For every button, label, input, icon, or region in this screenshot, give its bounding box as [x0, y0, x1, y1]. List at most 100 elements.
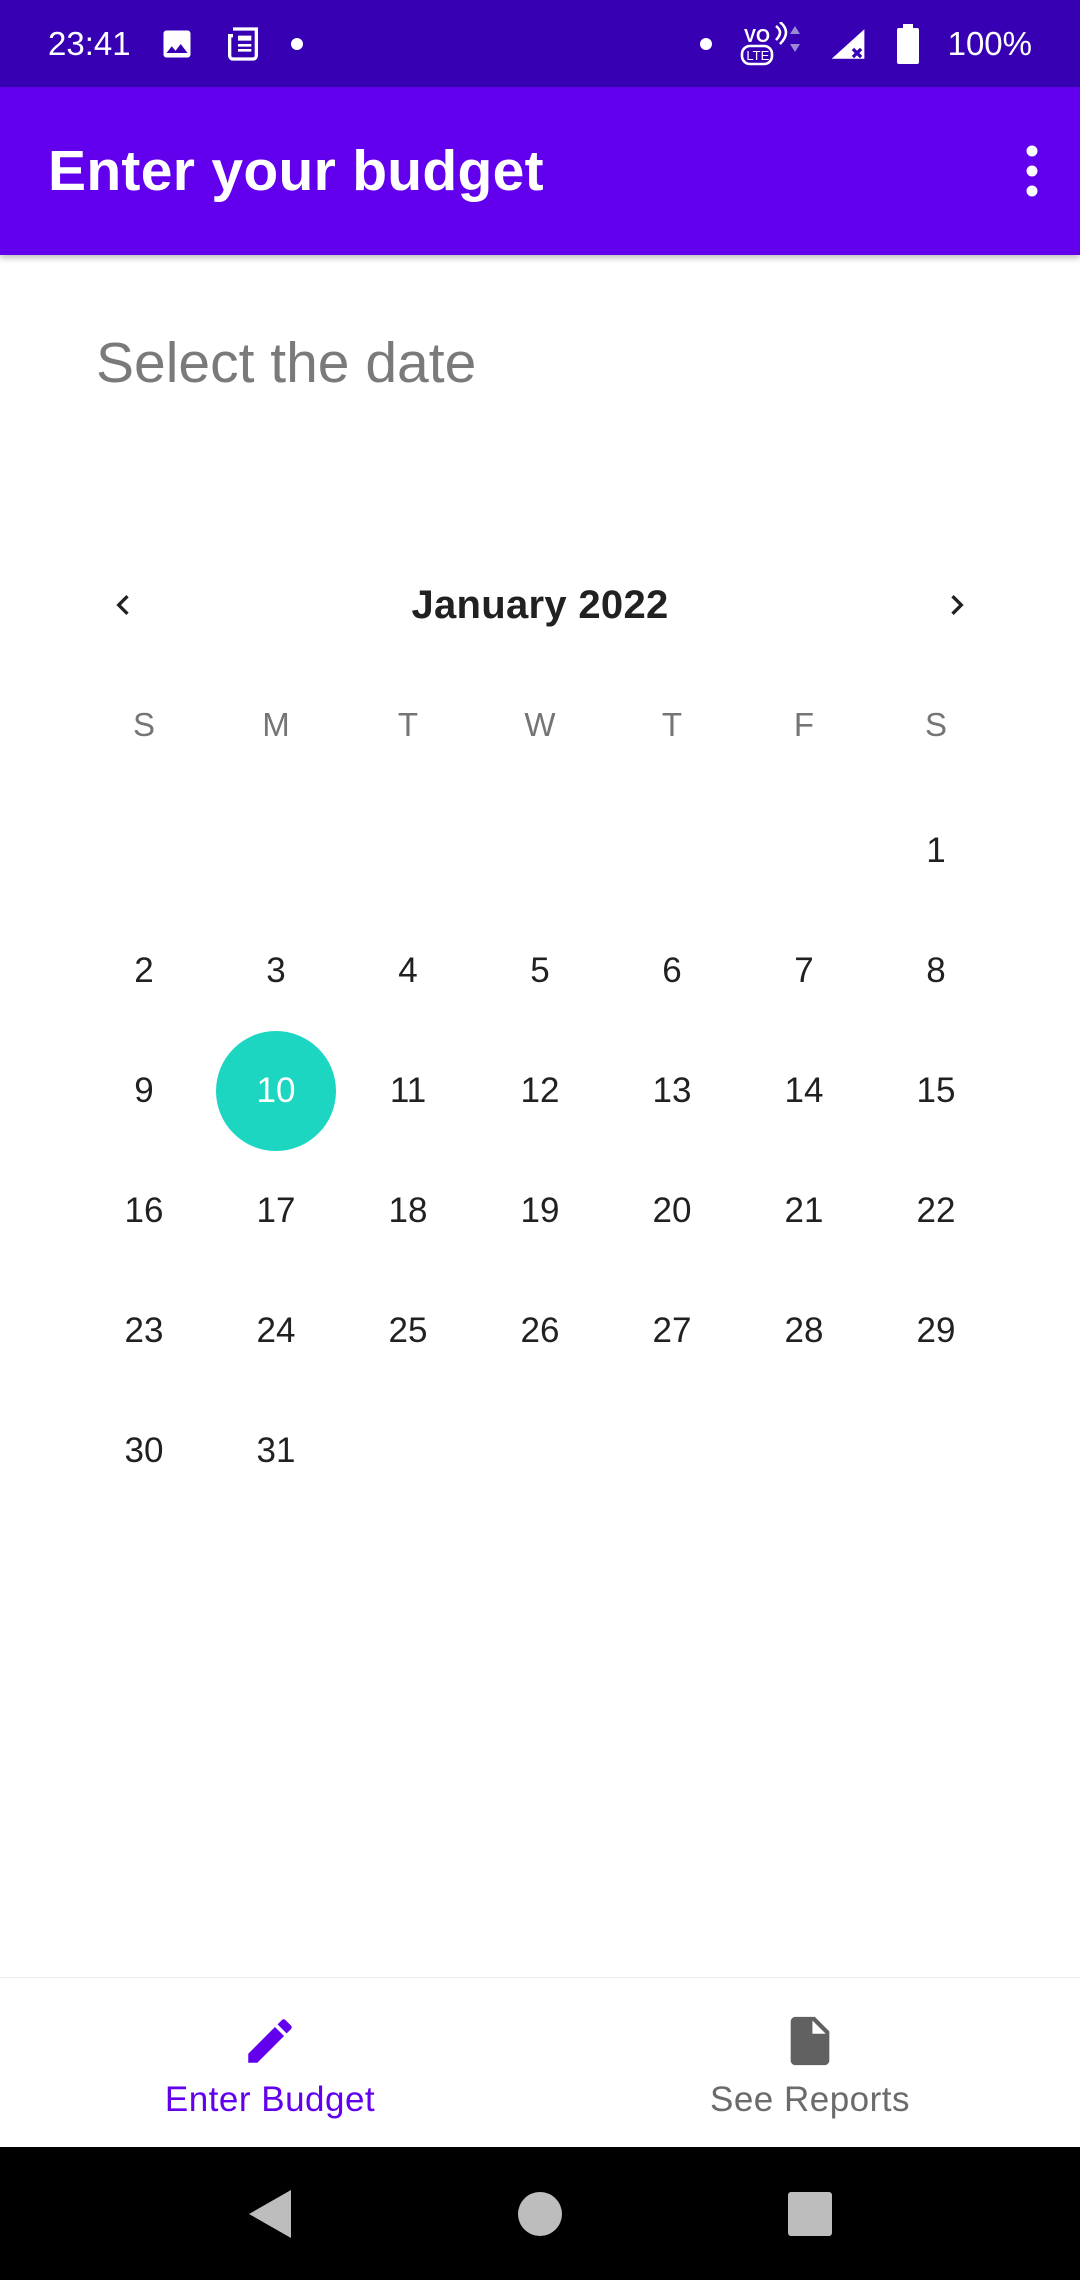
empty-day-cell [738, 791, 870, 911]
date-picker-calendar: January 2022 SMTWTFS 1 2 3 4 5 6 7 8 9 10 11 12 13 14… [78, 560, 1002, 1511]
empty-day-cell [342, 791, 474, 911]
day-cell[interactable]: 11 [342, 1031, 474, 1151]
empty-day-cell [606, 791, 738, 911]
day-cell[interactable]: 28 [738, 1271, 870, 1391]
day-number: 28 [784, 1311, 824, 1350]
status-bar-left: 23:41 [48, 24, 303, 64]
back-button[interactable] [135, 2147, 405, 2280]
previous-month-button[interactable] [78, 560, 168, 650]
day-number: 5 [530, 951, 550, 990]
day-number: 11 [389, 1071, 427, 1110]
day-cell[interactable]: 5 [474, 911, 606, 1031]
day-cell[interactable]: 3 [210, 911, 342, 1031]
signal-icon [828, 26, 868, 62]
nav-see-reports[interactable]: See Reports [540, 1978, 1080, 2147]
empty-day-cell [78, 791, 210, 911]
day-number: 22 [916, 1191, 956, 1230]
day-cell[interactable]: 19 [474, 1151, 606, 1271]
weekday-label: F [793, 706, 815, 743]
status-bar: 23:41 VO LTE 100% [0, 0, 1080, 87]
day-cell[interactable]: 9 [78, 1031, 210, 1151]
home-button[interactable] [405, 2147, 675, 2280]
day-number: 27 [652, 1311, 692, 1350]
day-cell[interactable]: 24 [210, 1271, 342, 1391]
overflow-menu-button[interactable] [1002, 121, 1062, 221]
day-cell[interactable]: 21 [738, 1151, 870, 1271]
day-cell[interactable]: 29 [870, 1271, 1002, 1391]
day-number: 19 [520, 1191, 560, 1230]
day-cell[interactable]: 25 [342, 1271, 474, 1391]
day-cell[interactable]: 4 [342, 911, 474, 1031]
day-number: 3 [266, 951, 286, 990]
day-number: 23 [124, 1311, 164, 1350]
pencil-icon [248, 2018, 292, 2063]
day-cell[interactable]: 15 [870, 1031, 1002, 1151]
day-number: 21 [784, 1191, 824, 1230]
day-number: 4 [398, 951, 418, 990]
battery-icon [896, 23, 920, 64]
month-title: January 2022 [411, 582, 669, 627]
next-month-button[interactable] [912, 560, 1002, 650]
weekday-header-row: SMTWTFS [78, 695, 1002, 755]
day-cell[interactable]: 2 [78, 911, 210, 1031]
back-triangle-icon [249, 2189, 291, 2238]
day-number: 15 [916, 1071, 956, 1110]
day-cell[interactable]: 30 [78, 1391, 210, 1511]
volte-icon: VO LTE [740, 21, 800, 66]
calendar-header: January 2022 [78, 560, 1002, 650]
day-cell[interactable]: 26 [474, 1271, 606, 1391]
empty-day-cell [210, 791, 342, 911]
svg-text:VO: VO [744, 26, 770, 46]
day-number: 25 [388, 1311, 428, 1350]
day-number: 18 [388, 1191, 428, 1230]
day-cell[interactable]: 12 [474, 1031, 606, 1151]
day-cell-selected[interactable]: 10 [210, 1031, 342, 1151]
weekday-label: S [924, 706, 947, 743]
home-circle-icon [518, 2191, 562, 2236]
weekday-label: T [397, 706, 419, 743]
nav-enter-budget[interactable]: Enter Budget [0, 1978, 540, 2147]
day-cell[interactable]: 13 [606, 1031, 738, 1151]
day-cell[interactable]: 7 [738, 911, 870, 1031]
day-cell[interactable]: 27 [606, 1271, 738, 1391]
day-number: 7 [794, 951, 814, 990]
more-vert-icon [1026, 145, 1038, 197]
day-number: 24 [256, 1311, 296, 1350]
notification-dot-icon [290, 37, 303, 50]
status-time: 23:41 [48, 24, 131, 62]
day-cell[interactable]: 20 [606, 1151, 738, 1271]
chevron-left-icon [116, 595, 129, 615]
weekday-label: W [524, 706, 556, 743]
news-notification-icon [223, 24, 263, 64]
day-number: 16 [124, 1191, 164, 1230]
day-cell[interactable]: 18 [342, 1151, 474, 1271]
day-cell[interactable]: 8 [870, 911, 1002, 1031]
day-cell[interactable]: 6 [606, 911, 738, 1031]
day-cell[interactable]: 31 [210, 1391, 342, 1511]
recents-button[interactable] [675, 2147, 945, 2280]
day-cell[interactable]: 17 [210, 1151, 342, 1271]
day-number: 26 [520, 1311, 560, 1350]
day-number: 2 [134, 951, 154, 990]
day-cell[interactable]: 23 [78, 1271, 210, 1391]
weekday-label: M [262, 706, 290, 743]
select-date-label: Select the date [96, 331, 477, 395]
weekday-label: S [132, 706, 155, 743]
recents-square-icon [788, 2191, 832, 2236]
image-notification-icon [159, 26, 195, 62]
system-navigation-bar [0, 2147, 1080, 2280]
day-cell[interactable]: 1 [870, 791, 1002, 911]
page-title: Enter your budget [48, 139, 544, 203]
app-bar: Enter your budget [0, 87, 1080, 255]
day-number: 13 [652, 1071, 692, 1110]
status-bar-right: VO LTE 100% [699, 21, 1032, 66]
day-number: 30 [124, 1431, 164, 1470]
day-number: 1 [926, 831, 946, 870]
day-cell[interactable]: 16 [78, 1151, 210, 1271]
day-cell[interactable]: 22 [870, 1151, 1002, 1271]
weekday-label: T [661, 706, 683, 743]
day-number: 31 [256, 1431, 296, 1470]
day-number: 8 [926, 951, 946, 990]
day-number: 14 [784, 1071, 824, 1110]
day-cell[interactable]: 14 [738, 1031, 870, 1151]
